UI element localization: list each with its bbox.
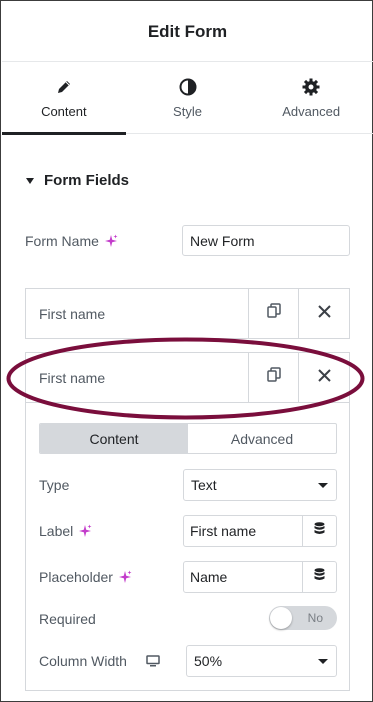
caret-down-icon (26, 177, 34, 184)
duplicate-icon (266, 367, 281, 388)
column-width-control-label: Column Width (39, 653, 160, 669)
tab-style-label: Style (173, 104, 202, 119)
desktop-icon[interactable] (146, 655, 160, 667)
panel-tabs: Content Style Advanced (2, 62, 373, 135)
repeater-item-title[interactable]: First name (26, 353, 249, 402)
duplicate-icon (266, 303, 281, 324)
panel-header: Edit Form (2, 2, 373, 62)
label-control-label: Label (39, 523, 92, 539)
form-name-input[interactable] (182, 225, 350, 256)
label-input[interactable] (184, 516, 303, 546)
toggle-state-label: No (307, 611, 323, 625)
form-fields-section-toggle[interactable]: Form Fields (26, 172, 129, 189)
tab-advanced-label: Advanced (282, 104, 341, 119)
close-icon (317, 368, 331, 387)
column-width-label-text: Column Width (39, 653, 127, 669)
repeater-item: First name (25, 288, 350, 339)
tab-advanced[interactable]: Advanced (249, 62, 373, 134)
editor-panel: Edit Form Content Style Advanced Form Fi… (0, 0, 373, 702)
ai-sparkle-icon[interactable] (118, 570, 132, 584)
repeater-item-title[interactable]: First name (26, 289, 249, 338)
placeholder-label-text: Placeholder (39, 569, 113, 585)
pencil-icon (54, 77, 74, 97)
close-icon (317, 304, 331, 323)
dropdown-arrow-icon (318, 483, 328, 488)
field-settings-panel: Content Advanced Type Text Label Placeho… (25, 403, 350, 691)
label-field (183, 515, 337, 547)
dynamic-tags-button[interactable] (303, 516, 336, 546)
section-title: Form Fields (44, 172, 130, 189)
panel-title: Edit Form (147, 21, 228, 41)
remove-button[interactable] (299, 289, 349, 338)
duplicate-button[interactable] (249, 289, 299, 338)
form-name-label: Form Name (25, 233, 99, 249)
remove-button[interactable] (299, 353, 349, 402)
switch-advanced[interactable]: Advanced (188, 424, 336, 453)
gear-icon (301, 77, 321, 97)
column-width-select[interactable]: 50% (186, 645, 337, 677)
repeater-item-open: First name (25, 352, 350, 403)
label-label-text: Label (39, 523, 74, 539)
tab-style[interactable]: Style (126, 62, 250, 134)
column-width-value: 50% (194, 653, 223, 669)
ai-sparkle-icon[interactable] (104, 234, 118, 248)
database-icon (314, 522, 325, 540)
placeholder-input[interactable] (184, 562, 303, 592)
database-icon (314, 568, 325, 586)
type-select-value: Text (191, 477, 217, 493)
dynamic-tags-button[interactable] (303, 562, 336, 592)
tab-content-label: Content (41, 104, 87, 119)
type-select[interactable]: Text (183, 469, 337, 501)
dropdown-arrow-icon (318, 659, 328, 664)
required-toggle[interactable]: No (269, 606, 337, 630)
toggle-knob (270, 607, 292, 629)
ai-sparkle-icon[interactable] (78, 524, 92, 538)
form-name-control: Form Name (25, 225, 351, 257)
required-label: Required (39, 611, 96, 627)
duplicate-button[interactable] (249, 353, 299, 402)
content-advanced-switcher: Content Advanced (39, 423, 337, 454)
tab-content[interactable]: Content (2, 62, 126, 135)
type-label: Type (39, 477, 70, 493)
placeholder-field (183, 561, 337, 593)
switch-content[interactable]: Content (40, 424, 188, 453)
contrast-icon (178, 77, 198, 97)
placeholder-control-label: Placeholder (39, 569, 132, 585)
